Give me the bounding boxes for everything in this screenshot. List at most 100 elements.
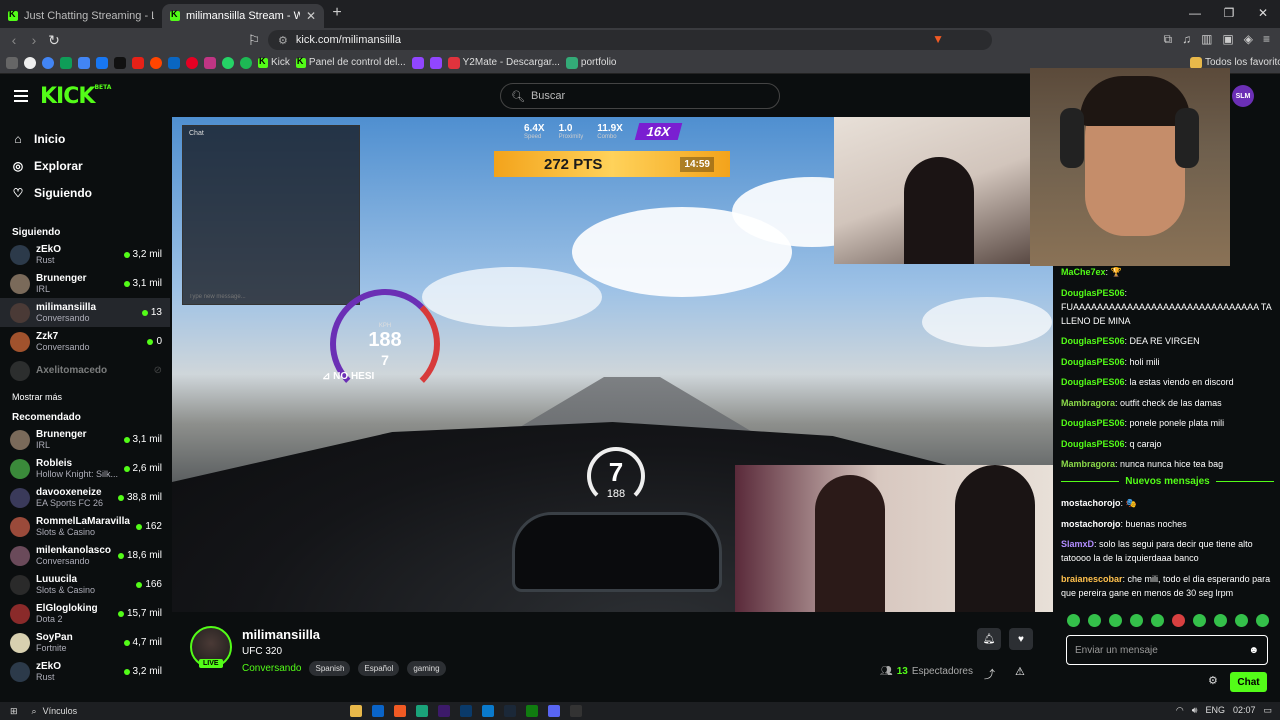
vpn-icon[interactable]: ◈: [1244, 32, 1253, 47]
instagram-icon[interactable]: [204, 56, 216, 69]
chat-username[interactable]: DouglasPES06: [1061, 288, 1125, 298]
streamer-name[interactable]: milimansiilla: [242, 627, 320, 642]
docs-icon[interactable]: [78, 56, 90, 69]
chat-username[interactable]: DouglasPES06: [1061, 418, 1125, 428]
sidebar-channel-item[interactable]: zEkO Rust 3,2 mil: [0, 240, 170, 269]
nav-explorar[interactable]: ◎ Explorar: [0, 152, 170, 179]
sidebar-channel-item[interactable]: milimansiilla Conversando 13: [0, 298, 170, 327]
edge-icon[interactable]: [416, 705, 428, 717]
sidebar-channel-item[interactable]: Brunenger IRL 3,1 mil: [0, 425, 170, 454]
language-indicator[interactable]: ENG: [1205, 705, 1225, 716]
user-avatar[interactable]: SLM: [1232, 85, 1254, 107]
windows-start-icon[interactable]: ⊞: [10, 706, 18, 717]
chat-username[interactable]: mostachorojo: [1061, 498, 1121, 508]
sidebar-channel-item[interactable]: RommelLaMaravilla Slots & Casino 162: [0, 512, 170, 541]
chat-input[interactable]: [1075, 644, 1249, 656]
pinterest-icon[interactable]: [186, 56, 198, 69]
nav-inicio[interactable]: ⌂ Inicio: [0, 125, 170, 152]
clock[interactable]: 02:07: [1233, 705, 1256, 716]
sidebar-icon[interactable]: ▥: [1201, 32, 1212, 47]
tag[interactable]: Spanish: [309, 661, 351, 676]
steam-icon[interactable]: [504, 705, 516, 717]
xbox-icon[interactable]: [526, 705, 538, 717]
bookmark-y2mate[interactable]: Y2Mate - Descargar...: [447, 56, 560, 69]
sidebar-channel-item[interactable]: Brunenger IRL 3,1 mil: [0, 269, 170, 298]
sidebar-channel-item[interactable]: Luuucila Slots & Casino 166: [0, 570, 170, 599]
outlook-icon[interactable]: [372, 705, 384, 717]
sidebar-channel-item[interactable]: davooxeneize EA Sports FC 26 38,8 mil: [0, 483, 170, 512]
x-icon[interactable]: [114, 56, 126, 69]
search-icon[interactable]: ⌕: [32, 706, 37, 717]
menu-icon[interactable]: ≡: [1263, 32, 1270, 47]
chat-username[interactable]: MaChe7ex: [1061, 267, 1106, 277]
follow-button[interactable]: ♥: [1009, 628, 1033, 650]
sidebar-channel-item[interactable]: milenkanolasco Conversando 18,6 mil: [0, 541, 170, 570]
premiere-icon[interactable]: [438, 705, 450, 717]
chat-username[interactable]: SlamxD: [1061, 539, 1094, 549]
bookmark-panel[interactable]: Panel de control del...: [295, 56, 406, 68]
sidebar-channel-item[interactable]: SoyPan Fortnite 4,7 mil: [0, 628, 170, 657]
kick-logo[interactable]: KICKBETA: [40, 84, 111, 109]
close-tab-icon[interactable]: ✕: [306, 9, 316, 23]
vscode-icon[interactable]: [482, 705, 494, 717]
sidebar-channel-item[interactable]: ElGlogloking Dota 2 15,7 mil: [0, 599, 170, 628]
bookmark-all-favorites[interactable]: Todos los favoritos: [1190, 56, 1280, 69]
whatsapp-icon[interactable]: [222, 56, 234, 69]
emote-icon[interactable]: [1130, 614, 1143, 627]
emote-icon[interactable]: [1088, 614, 1101, 627]
chat-username[interactable]: DouglasPES06: [1061, 439, 1125, 449]
tag[interactable]: gaming: [407, 661, 446, 676]
obs-icon[interactable]: [570, 705, 582, 717]
reload-icon[interactable]: ↻: [44, 32, 64, 49]
bookmark-icon[interactable]: ⚐: [244, 32, 264, 49]
linkedin-icon[interactable]: [168, 56, 180, 69]
notifications-icon[interactable]: ▭: [1263, 705, 1272, 716]
emote-icon[interactable]: [1172, 614, 1185, 627]
sidebar-channel-item[interactable]: Zzk7 Conversando 0: [0, 327, 170, 356]
youtube-icon[interactable]: [132, 56, 144, 69]
nav-siguiendo[interactable]: ♡ Siguiendo: [0, 179, 170, 206]
extensions-icon[interactable]: ⧉: [1163, 32, 1172, 47]
stream-category[interactable]: Conversando: [242, 663, 301, 674]
bookmark-portfolio[interactable]: portfolio: [565, 56, 616, 69]
back-icon[interactable]: ‹: [4, 32, 24, 48]
site-info-icon[interactable]: ⚙: [278, 34, 288, 47]
github-icon[interactable]: [24, 56, 36, 69]
media-icon[interactable]: ♫: [1182, 32, 1191, 47]
chat-input-box[interactable]: ☻: [1066, 635, 1268, 665]
minimize-icon[interactable]: —: [1178, 0, 1212, 26]
chat-username[interactable]: braianescobar: [1061, 574, 1123, 584]
tag[interactable]: Español: [358, 661, 400, 676]
share-icon[interactable]: ⤴: [984, 666, 995, 682]
chat-username[interactable]: Mambragora: [1061, 398, 1115, 408]
url-field[interactable]: ⚙ kick.com/milimansiilla: [268, 30, 992, 50]
notification-bell-button[interactable]: 🔔︎: [977, 628, 1001, 650]
drive-icon[interactable]: [60, 56, 72, 69]
chat-username[interactable]: Mambragora: [1061, 459, 1115, 469]
brave-icon[interactable]: [394, 705, 406, 717]
wifi-icon[interactable]: ◠: [1176, 705, 1184, 716]
forward-icon[interactable]: ›: [24, 32, 44, 48]
volume-icon[interactable]: 🔊︎: [1192, 705, 1198, 716]
emote-icon[interactable]: [1109, 614, 1122, 627]
browser-tab[interactable]: Just Chatting Streaming - Live Stream: [0, 4, 162, 28]
restore-icon[interactable]: ❐: [1212, 0, 1246, 26]
chat-send-button[interactable]: Chat: [1230, 672, 1267, 692]
chat-settings-icon[interactable]: ⚙: [1208, 674, 1218, 687]
emote-icon[interactable]: [1256, 614, 1269, 627]
hamburger-menu-icon[interactable]: [14, 90, 28, 102]
emote-icon[interactable]: [1151, 614, 1164, 627]
twitch-icon[interactable]: [429, 56, 442, 69]
facebook-icon[interactable]: [96, 56, 108, 69]
taskbar-search-label[interactable]: Vínculos: [43, 706, 78, 716]
sidebar-channel-item[interactable]: Axelitomacedo ⊘: [0, 356, 170, 385]
photoshop-icon[interactable]: [460, 705, 472, 717]
reddit-icon[interactable]: [150, 56, 162, 69]
new-tab-button[interactable]: +: [324, 4, 350, 28]
emote-icon[interactable]: [1067, 614, 1080, 627]
google-icon[interactable]: [42, 56, 54, 69]
apps-icon[interactable]: [6, 56, 18, 69]
chat-username[interactable]: DouglasPES06: [1061, 377, 1125, 387]
brave-shield-icon[interactable]: ▼: [932, 32, 944, 46]
emote-icon[interactable]: [1235, 614, 1248, 627]
